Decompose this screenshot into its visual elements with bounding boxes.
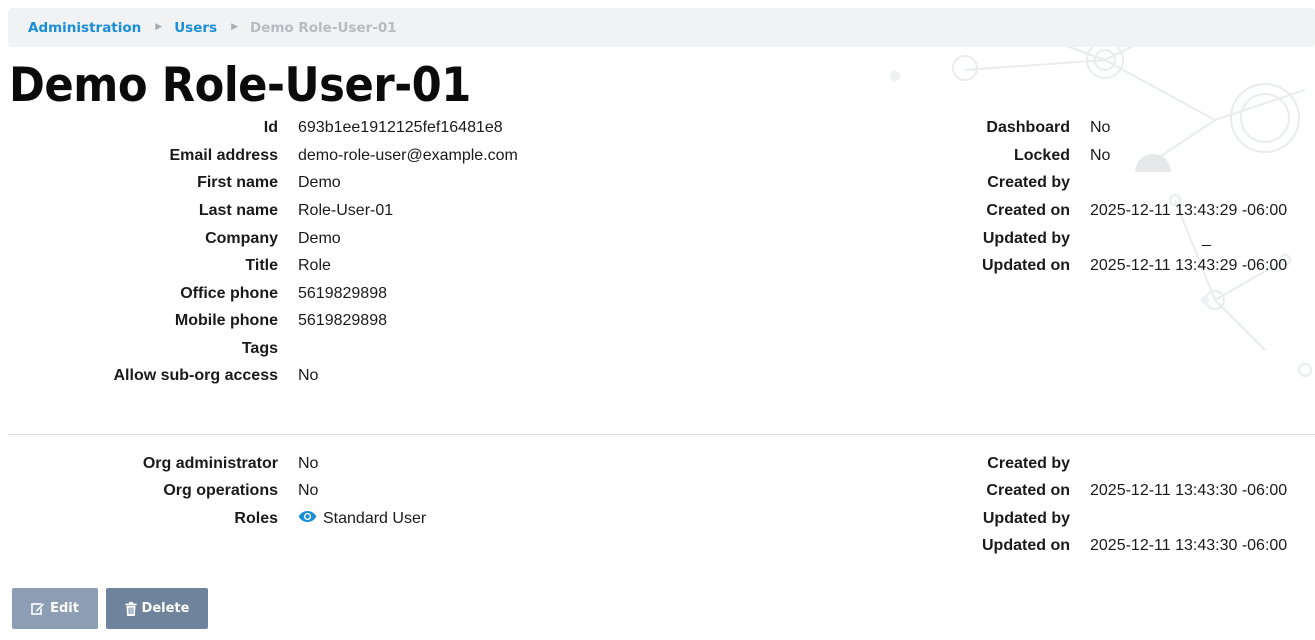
edit-button[interactable]: Edit — [12, 588, 98, 629]
field-value: 693b1ee1912125fef16481e8 — [298, 119, 503, 136]
field-label: Id — [263, 119, 278, 136]
field-value: No — [298, 455, 319, 472]
field-label: Allow sub-org access — [113, 367, 279, 384]
meta-value: 2025-12-11 13:43:29 -06:00 — [1090, 202, 1288, 219]
meta-label: Updated by — [982, 230, 1070, 247]
trash-icon — [125, 601, 137, 616]
field-value: 5619829898 — [298, 312, 387, 329]
breadcrumb-current: Demo Role-User-01 — [249, 19, 397, 36]
field-value: 5619829898 — [298, 285, 387, 302]
meta-value: _ — [1202, 230, 1211, 247]
delete-button[interactable]: Delete — [106, 588, 208, 629]
field-value: Role — [298, 257, 331, 274]
role-name[interactable]: Standard User — [323, 510, 426, 527]
field-label: Email address — [169, 147, 279, 164]
breadcrumb-users-link[interactable]: Users — [174, 20, 217, 36]
field-label: Title — [245, 257, 278, 274]
meta-value: 2025-12-11 13:43:30 -06:00 — [1090, 482, 1288, 499]
meta-label: Updated on — [982, 257, 1070, 274]
field-value: Demo — [298, 230, 341, 247]
breadcrumb: Administration ▶ Users ▶ Demo Role-User-… — [8, 8, 1315, 47]
field-label: Org operations — [163, 482, 278, 499]
meta-value: 2025-12-11 13:43:29 -06:00 — [1090, 257, 1288, 274]
field-label: First name — [197, 174, 278, 191]
meta-value: No — [1090, 147, 1111, 164]
field-label: Tags — [241, 340, 278, 357]
field-value: Role-User-01 — [298, 202, 394, 219]
delete-button-label: Delete — [141, 601, 190, 616]
meta-label: Updated on — [982, 537, 1070, 554]
breadcrumb-separator-icon: ▶ — [155, 21, 163, 32]
meta-value: No — [1090, 119, 1111, 136]
eye-icon[interactable] — [298, 510, 317, 523]
meta-label: Created on — [986, 482, 1070, 499]
field-label: Org administrator — [142, 455, 278, 472]
breadcrumb-administration-link[interactable]: Administration — [28, 20, 141, 36]
field-value: No — [298, 482, 319, 499]
edit-icon — [31, 602, 45, 615]
field-label: Last name — [198, 202, 278, 219]
meta-label: Created by — [987, 455, 1070, 472]
breadcrumb-separator-icon: ▶ — [231, 21, 238, 32]
meta-label: Locked — [1013, 147, 1070, 164]
field-value: No — [298, 367, 319, 384]
field-label: Roles — [234, 510, 278, 527]
field-value: demo-role-user@example.com — [298, 147, 518, 164]
section-divider — [8, 434, 1315, 435]
page-title: Demo Role-User-01 — [9, 58, 471, 113]
field-label: Office phone — [180, 285, 278, 302]
field-label: Company — [205, 230, 278, 247]
role-link[interactable]: Standard User — [298, 506, 426, 532]
meta-label: Dashboard — [986, 119, 1070, 136]
meta-label: Created by — [987, 174, 1070, 191]
field-value: Demo — [298, 174, 341, 191]
field-label: Mobile phone — [174, 312, 278, 329]
meta-label: Updated by — [982, 510, 1070, 527]
edit-button-label: Edit — [50, 601, 79, 616]
meta-label: Created on — [986, 202, 1070, 219]
meta-value: 2025-12-11 13:43:30 -06:00 — [1090, 537, 1288, 554]
